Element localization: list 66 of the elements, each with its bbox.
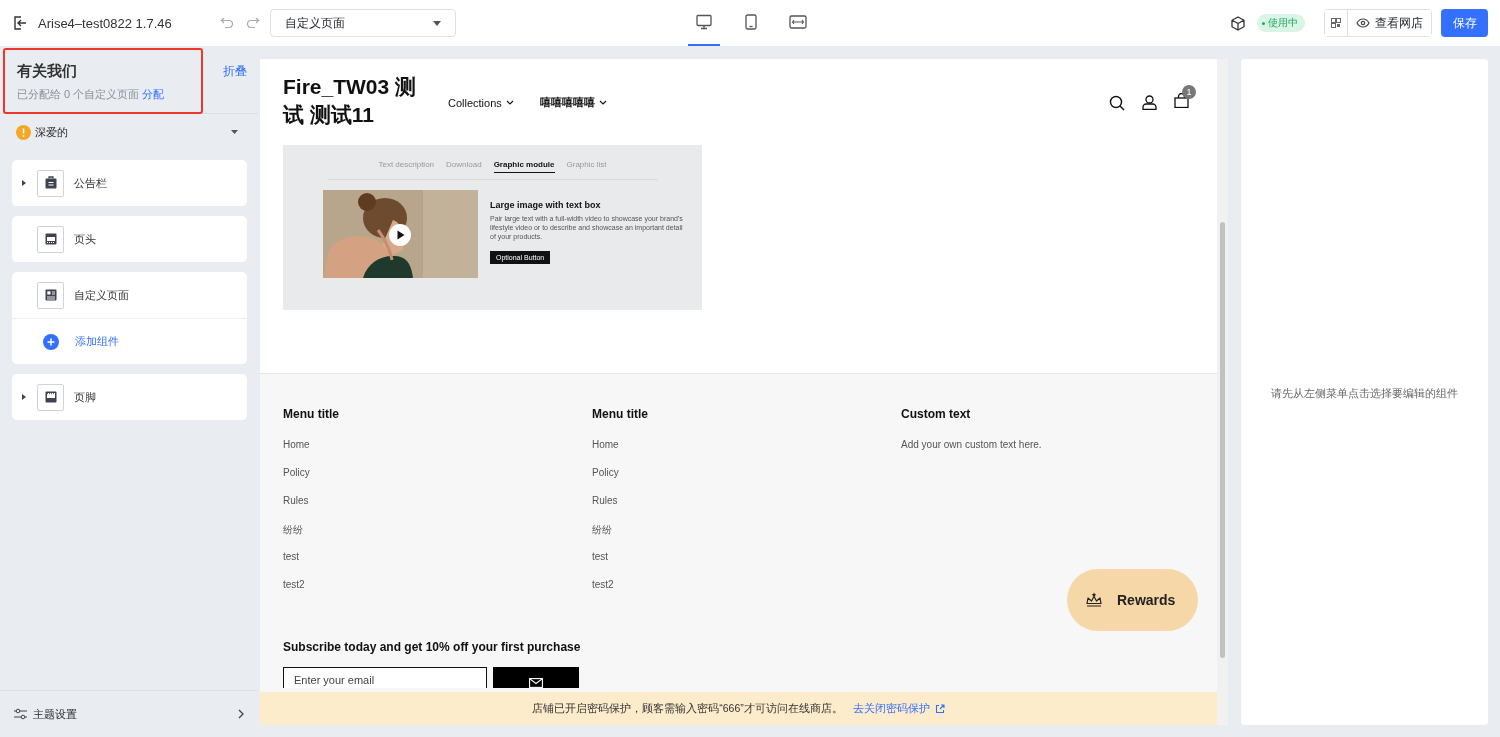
exit-icon [12,15,28,31]
footer-column-title: Menu title [283,407,340,422]
footer-link[interactable]: test2 [592,579,901,607]
caret-down-icon [231,130,238,134]
chevron-down-icon [598,100,607,105]
subscribe-button[interactable] [493,667,579,688]
theme-settings-label[interactable]: 主题设置 [33,706,232,722]
plus-circle-icon [43,333,59,350]
password-notice-text: 店铺已开启密码保护，顾客需输入密码“666”才可访问在线商店。 [532,701,843,716]
warning-icon [16,124,31,140]
user-icon [1142,95,1157,110]
footer-link[interactable]: Rules [283,495,592,523]
store-title: Fire_TW03 测试 测试11 [283,74,418,128]
crown-icon [1085,592,1103,608]
sliders-icon [14,708,27,720]
caret-down-icon [432,20,441,26]
add-component-button[interactable]: 添加组件 [12,318,247,364]
footer-link[interactable]: 纷纷 [283,523,592,551]
envelope-icon [529,678,543,688]
footer-link[interactable]: Policy [283,467,592,495]
section-label[interactable]: 页头 [74,231,96,247]
subscribe-heading: Subscribe today and get 10% off your first purchase [283,640,582,654]
email-field[interactable]: Enter your email [283,667,487,688]
page-title: 有关我们 [17,62,78,81]
page-select[interactable]: 自定义页面 [269,9,456,37]
footer-link[interactable]: Rules [592,495,901,523]
footer-link[interactable]: test2 [283,579,592,607]
nav-menu-item[interactable]: 嘻嘻嘻嘻嘻 [539,95,607,110]
cart-count-badge: 1 [1182,85,1196,99]
section-label[interactable]: 公告栏 [74,175,107,191]
external-link-icon [934,703,945,714]
qr-code-button[interactable] [1325,10,1348,36]
nav-menu-item[interactable]: Collections [448,95,514,110]
footer-column-title: Custom text [901,407,972,422]
section-label[interactable]: 自定义页面 [74,287,129,303]
tablet-icon [745,14,757,30]
footer-column-title: Menu title [592,407,649,422]
assigned-count-text: 已分配给 0 个自定义页面 [17,88,140,100]
module-tab[interactable]: Graphic module [493,160,555,173]
search-icon [1109,94,1125,111]
footer-link[interactable]: test [283,551,592,579]
footer-link[interactable]: Policy [592,467,901,495]
chevron-down-icon [505,100,514,105]
footer-custom-text: Add your own custom text here. [901,439,1043,452]
theme-name[interactable]: 深爱的 [35,124,227,140]
monitor-icon [696,14,712,30]
footer-link[interactable]: test [592,551,901,579]
fullscreen-icon [789,14,807,30]
qr-code-icon [1331,18,1341,28]
empty-selection-hint: 请先从左侧菜单点击选择要编辑的组件 [1271,386,1458,401]
rewards-button[interactable]: Rewards [1067,569,1198,631]
footer-link[interactable]: 纷纷 [592,523,901,551]
chevron-right-icon [238,709,244,719]
footer-link[interactable]: Home [592,439,901,467]
status-badge: 使用中 [1257,14,1305,32]
footer-link[interactable]: Home [283,439,592,467]
section-label[interactable]: 页脚 [74,389,96,405]
app-title: Arise4–test0822 1.7.46 [38,15,172,31]
save-button[interactable]: 保存 [1441,9,1488,37]
assign-link[interactable]: 分配 [142,88,165,100]
disable-password-link[interactable]: 去关闭密码保护 [852,701,945,716]
play-button-icon [389,224,411,246]
eye-icon [1356,18,1370,28]
cube-icon [1231,15,1245,31]
module-heading: Large image with text box [490,200,602,210]
collapse-link[interactable]: 折叠 [223,63,247,78]
